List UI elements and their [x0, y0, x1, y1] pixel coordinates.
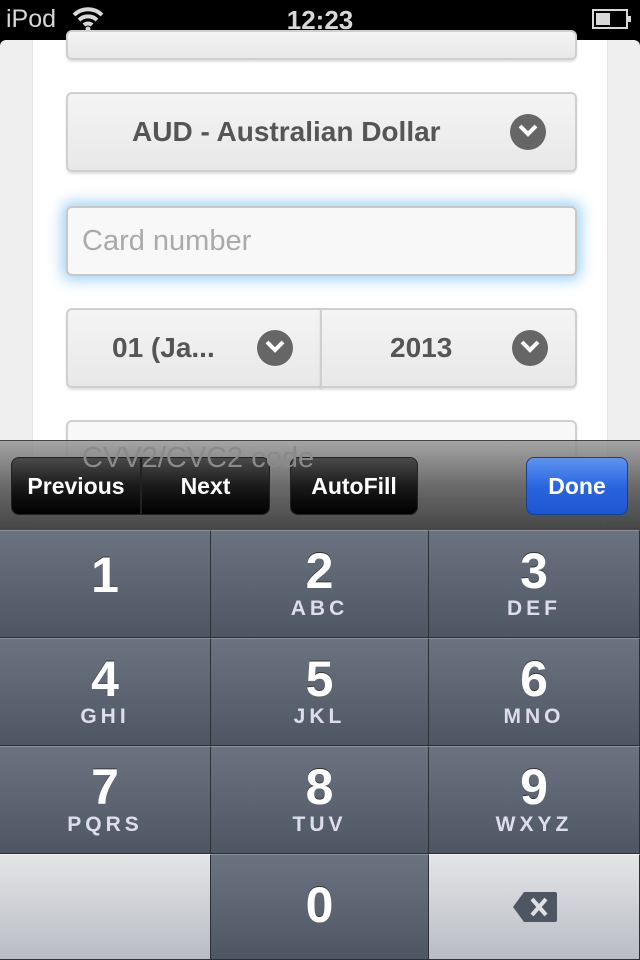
key-digit: 7 [91, 759, 119, 815]
cvv-placeholder: CVV2/CVC2 code [82, 442, 315, 474]
key-9[interactable]: 9 WXYZ [429, 746, 640, 854]
key-digit: 3 [520, 543, 548, 599]
key-2[interactable]: 2 ABC [211, 530, 429, 638]
key-digit: 4 [91, 651, 119, 707]
card-number-placeholder: Card number [82, 225, 252, 257]
month-select[interactable]: 01 (Ja... [66, 308, 322, 388]
key-8[interactable]: 8 TUV [211, 746, 429, 854]
key-7[interactable]: 7 PQRS [0, 746, 211, 854]
key-letters: MNO [503, 705, 565, 728]
currency-value: AUD - Australian Dollar [132, 116, 441, 147]
key-letters: ABC [290, 597, 349, 620]
key-digit: 8 [305, 759, 334, 815]
numeric-keypad: 1 2 ABC 3 DEF 4 GHI 5 JKL 6 MNO 7 PQRS 8 TUV 9 WXYZ 0 [0, 530, 640, 960]
year-value: 2013 [390, 332, 453, 363]
blank-key[interactable] [0, 854, 211, 960]
key-3[interactable]: 3 DEF [429, 530, 640, 638]
key-1[interactable]: 1 [0, 530, 211, 638]
key-letters: DEF [507, 597, 561, 620]
month-value: 01 (Ja... [112, 332, 215, 363]
done-button[interactable]: Done [526, 457, 628, 515]
chevron-down-icon [510, 114, 546, 150]
key-letters: WXYZ [495, 813, 573, 836]
key-digit: 9 [520, 759, 548, 815]
key-4[interactable]: 4 GHI [0, 638, 211, 746]
year-select[interactable]: 2013 [320, 308, 577, 388]
currency-select[interactable]: AUD - Australian Dollar [66, 92, 577, 172]
key-6[interactable]: 6 MNO [429, 638, 640, 746]
key-letters: JKL [293, 705, 346, 728]
key-letters: GHI [80, 705, 130, 728]
previous-field[interactable] [66, 30, 577, 60]
key-digit: 0 [305, 877, 334, 933]
chevron-down-icon [257, 330, 293, 366]
battery-icon [592, 9, 631, 29]
key-digit: 2 [305, 543, 334, 599]
key-letters: PQRS [67, 813, 143, 836]
backspace-key[interactable] [429, 854, 640, 960]
backspace-icon [513, 892, 557, 922]
key-5[interactable]: 5 JKL [211, 638, 429, 746]
card-number-input[interactable]: Card number [66, 206, 577, 276]
key-digit: 1 [91, 547, 119, 603]
chevron-down-icon [512, 330, 548, 366]
key-digit: 5 [305, 651, 334, 707]
key-0[interactable]: 0 [211, 854, 429, 960]
key-digit: 6 [520, 651, 548, 707]
key-letters: TUV [292, 813, 347, 836]
